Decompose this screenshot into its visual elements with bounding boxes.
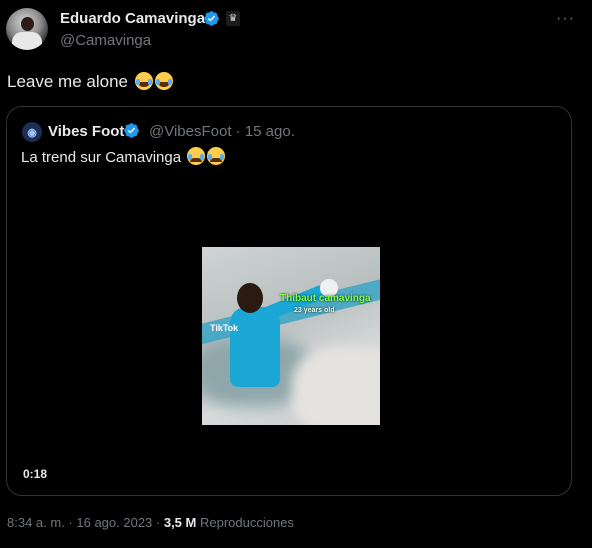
video-overlay-subtitle: 23 years old	[294, 307, 335, 314]
tweet-metadata: 8:34 a. m. · 16 ago. 2023 · 3,5 M Reprod…	[7, 515, 294, 530]
quoted-text-content: La trend sur Camavinga	[21, 149, 182, 166]
more-options-icon[interactable]: ···	[556, 10, 576, 27]
author-name[interactable]: Eduardo Camavinga	[60, 10, 205, 27]
face-with-tears-of-joy-icon	[154, 72, 173, 90]
quoted-date[interactable]: · 15 ago.	[236, 123, 295, 140]
tweet-date[interactable]: 16 ago. 2023	[76, 515, 152, 530]
club-crest-icon: ♛	[226, 11, 240, 26]
verified-badge-icon	[204, 11, 219, 26]
face-with-tears-of-joy-icon	[134, 72, 153, 90]
quoted-avatar[interactable]: ◉	[22, 122, 42, 142]
quoted-author-name[interactable]: Vibes Foot	[48, 123, 124, 140]
quoted-handle-text: @VibesFoot	[149, 123, 232, 140]
loudly-crying-face-icon	[187, 147, 206, 165]
video-player[interactable]: Thibaut camavinga 23 years old TikTok	[202, 247, 380, 425]
verified-badge-icon	[124, 123, 139, 138]
loudly-crying-face-icon	[207, 147, 226, 165]
video-duration: 0:18	[23, 467, 48, 481]
quoted-author-handle[interactable]: @VibesFoot · 15 ago.	[149, 123, 295, 140]
tweet-text: Leave me alone	[7, 72, 173, 92]
author-handle[interactable]: @Camavinga	[60, 32, 151, 49]
quoted-text: La trend sur Camavinga	[21, 147, 226, 166]
view-count: 3,5 M	[163, 515, 197, 530]
author-avatar[interactable]	[6, 8, 48, 50]
video-overlay-title: Thibaut camavinga	[280, 293, 371, 304]
view-count-label: Reproducciones	[199, 515, 294, 530]
tiktok-watermark: TikTok	[210, 323, 239, 333]
tweet-text-content: Leave me alone	[7, 72, 128, 91]
quoted-tweet[interactable]: ◉ Vibes Foot @VibesFoot · 15 ago. La tre…	[6, 106, 572, 496]
tweet-time[interactable]: 8:34 a. m.	[7, 515, 65, 530]
